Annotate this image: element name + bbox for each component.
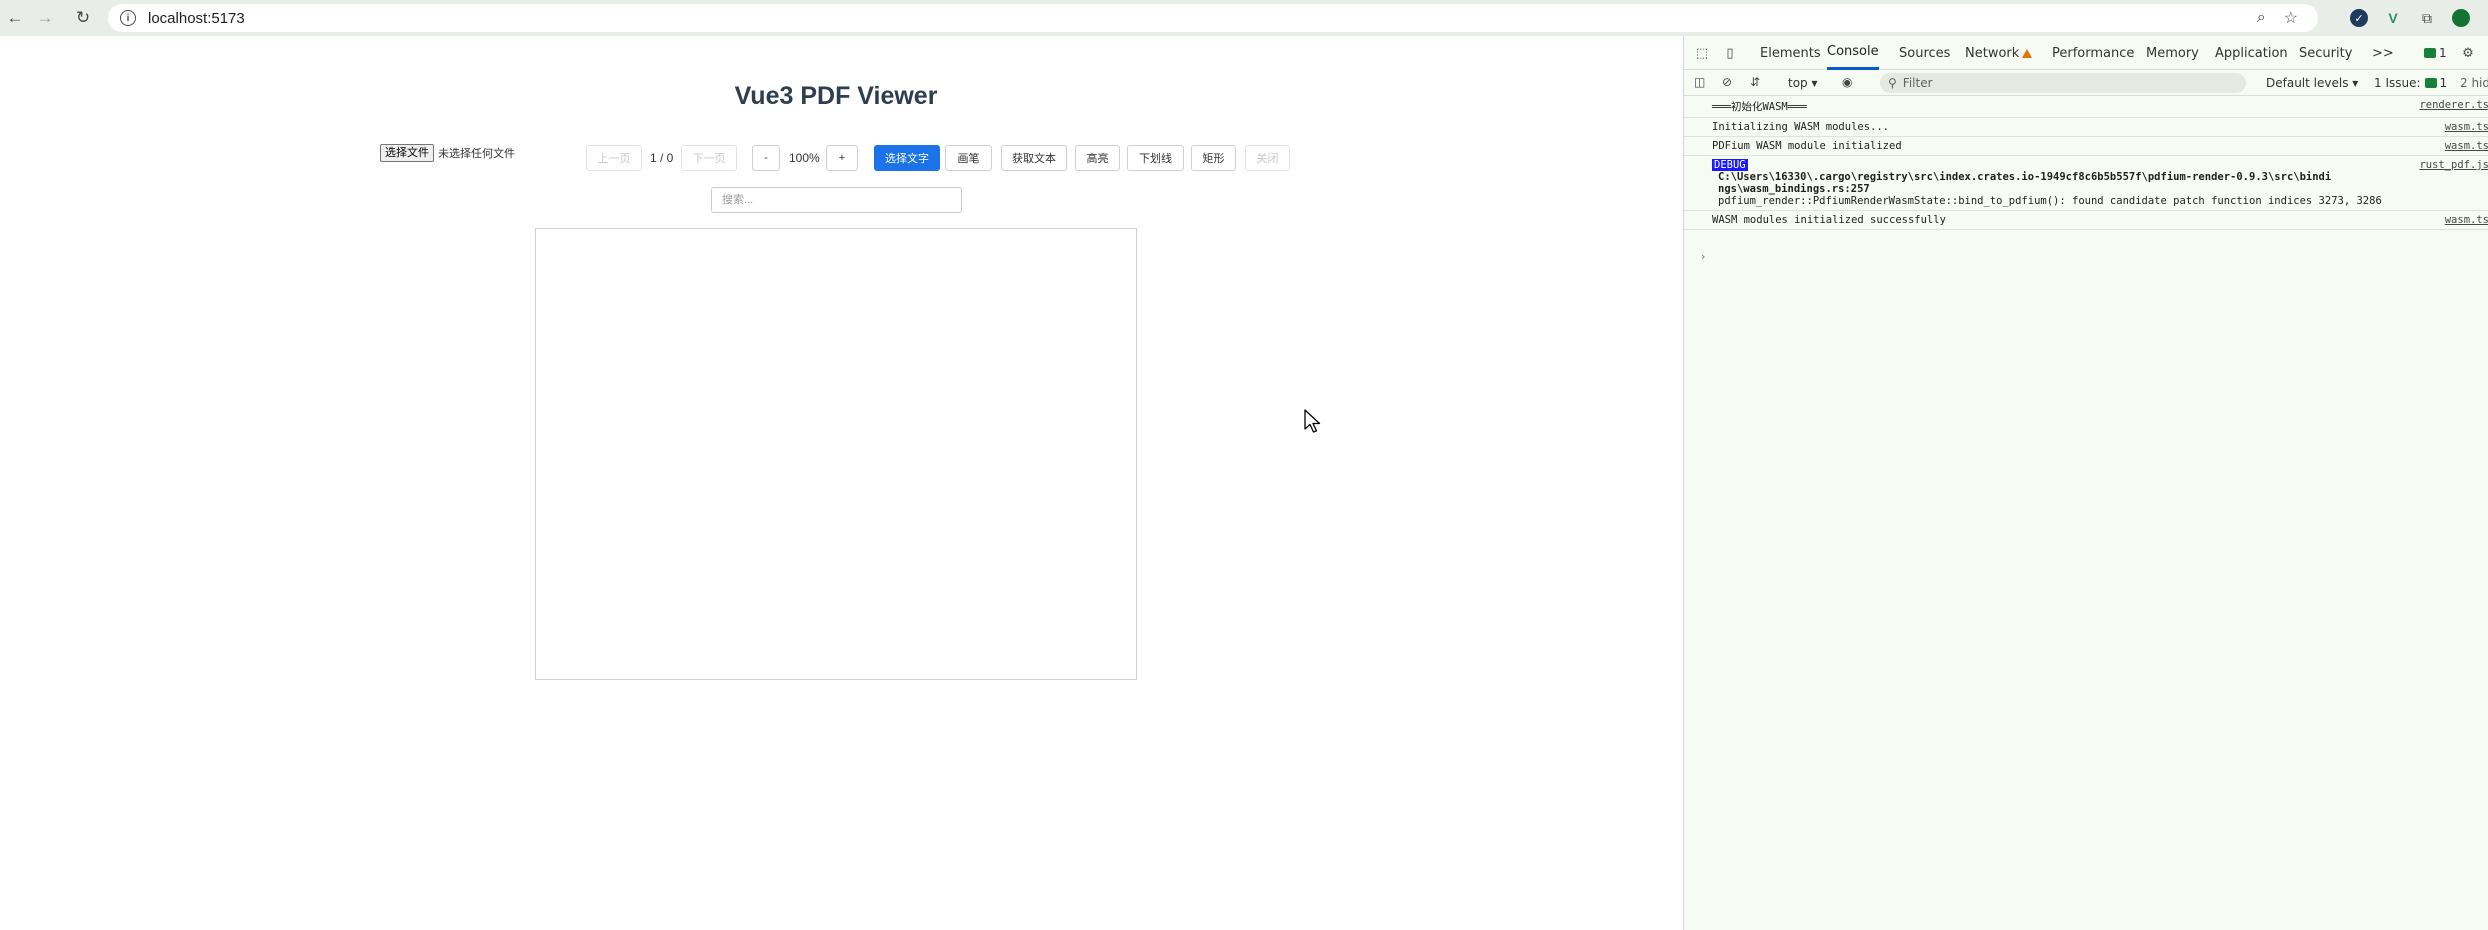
tab-console[interactable]: Console: [1827, 36, 1879, 70]
console-message: Initializing WASM modules...: [1712, 121, 1890, 133]
choose-file-button[interactable]: 选择文件: [380, 144, 434, 162]
bookmark-star-icon[interactable]: ☆: [2284, 8, 2298, 28]
close-button[interactable]: 关闭: [1245, 145, 1290, 171]
omnibox-actions: ⌕ ☆: [2257, 4, 2298, 32]
file-input: 选择文件 未选择任何文件: [380, 144, 515, 162]
tab-network-label: Network: [1965, 45, 2020, 61]
console-filter-input[interactable]: ⚲ Filter: [1880, 73, 2246, 93]
console-message: ═══初始化WASM═══: [1712, 101, 1807, 113]
console-message: PDFium WASM module initialized: [1712, 140, 1902, 152]
context-selector[interactable]: top ▾: [1788, 76, 1818, 90]
zoom-in-button[interactable]: +: [826, 145, 858, 171]
tab-elements[interactable]: Elements: [1760, 36, 1821, 70]
clear-console-icon[interactable]: ⊘: [1722, 75, 1732, 89]
puzzle-extensions-icon[interactable]: ⧉: [2418, 9, 2436, 27]
arrow-right-icon: →: [36, 8, 54, 27]
device-toolbar-icon[interactable]: ▯: [1722, 45, 1738, 61]
live-expression-eye-icon[interactable]: ◉: [1842, 75, 1852, 89]
site-info-icon[interactable]: i: [120, 10, 136, 26]
issue-message-icon: [2424, 78, 2437, 88]
tab-memory[interactable]: Memory: [2146, 36, 2199, 70]
issues-button[interactable]: 1 Issue: 1: [2374, 76, 2447, 90]
message-count: 1: [2439, 46, 2447, 60]
vue-devtools-icon[interactable]: V: [2384, 9, 2402, 27]
profile-avatar[interactable]: [2452, 9, 2470, 27]
console-prompt-icon[interactable]: ›: [1701, 250, 1705, 263]
warning-icon: [2022, 48, 2033, 58]
reload-icon: ↻: [75, 8, 91, 27]
arrow-left-icon: ←: [6, 8, 24, 27]
message-icon: [2424, 48, 2436, 58]
extension-check-icon[interactable]: ✓: [2350, 9, 2368, 27]
filter-icon: ⚲: [1888, 76, 1897, 90]
console-source-link[interactable]: wasm.ts: [2445, 214, 2488, 226]
search-input[interactable]: [711, 187, 962, 213]
next-page-button[interactable]: 下一页: [681, 145, 737, 171]
tab-sources[interactable]: Sources: [1899, 36, 1950, 70]
log-levels-dropdown[interactable]: Default levels ▾: [2266, 76, 2358, 90]
settings-gear-icon[interactable]: ⚙: [2460, 45, 2476, 61]
context-selector-icon[interactable]: ⇵: [1750, 75, 1760, 89]
filter-placeholder: Filter: [1902, 76, 1933, 90]
devtools-tabbar: ⬚ ▯ Elements Console Sources Network Per…: [1684, 36, 2488, 70]
select-text-button[interactable]: 选择文字: [874, 145, 940, 171]
address-bar[interactable]: i localhost:5173 ⌕ ☆: [108, 4, 2318, 32]
extensions-area: ✓ V ⧉: [2350, 4, 2470, 32]
console-line-debug: DEBUG C:\Users\16330\.cargo\registry\src…: [1684, 156, 2488, 211]
devtools-panel: ⬚ ▯ Elements Console Sources Network Per…: [1683, 36, 2488, 930]
tab-network[interactable]: Network: [1965, 36, 2033, 70]
debug-path: C:\Users\16330\.cargo\registry\src\index…: [1718, 171, 2332, 195]
pdf-canvas[interactable]: [535, 228, 1137, 680]
more-tabs-button[interactable]: >>: [2372, 36, 2394, 70]
highlight-button[interactable]: 高亮: [1075, 145, 1120, 171]
mouse-cursor-icon: [1304, 409, 1321, 433]
get-text-button[interactable]: 获取文本: [1001, 145, 1067, 171]
page-viewport: Vue3 PDF Viewer 选择文件 未选择任何文件 上一页 1 / 0 下…: [0, 36, 1683, 930]
page-indicator: 1 / 0: [650, 151, 674, 165]
prev-page-button[interactable]: 上一页: [586, 145, 642, 171]
console-source-link[interactable]: rust_pdf.js: [2419, 159, 2488, 171]
console-line: ═══初始化WASM═══ renderer.ts: [1684, 96, 2488, 118]
message-count-badge[interactable]: 1: [2424, 36, 2447, 70]
issues-count: 1: [2439, 76, 2448, 90]
rectangle-button[interactable]: 矩形: [1191, 145, 1236, 171]
underline-button[interactable]: 下划线: [1127, 145, 1184, 171]
console-filter-bar: ◫ ⊘ ⇵ top ▾ ◉ ⚲ Filter Default levels ▾ …: [1684, 70, 2488, 96]
console-output: ═══初始化WASM═══ renderer.ts Initializing W…: [1684, 96, 2488, 230]
forward-button[interactable]: →: [30, 3, 60, 33]
console-source-link[interactable]: wasm.ts: [2445, 121, 2488, 133]
debug-tag: DEBUG: [1712, 159, 1748, 171]
address-url[interactable]: localhost:5173: [148, 10, 245, 27]
zoom-icon[interactable]: ⌕: [2257, 9, 2266, 27]
issues-label: 1 Issue:: [2374, 76, 2421, 90]
hidden-count: 2 hidden: [2460, 76, 2488, 90]
console-line: WASM modules initialized successfully wa…: [1684, 211, 2488, 230]
debug-detail: pdfium_render::PdfiumRenderWasmState::bi…: [1718, 195, 2382, 207]
reload-button[interactable]: ↻: [68, 3, 98, 33]
console-source-link[interactable]: renderer.ts: [2419, 99, 2488, 111]
inspect-element-icon[interactable]: ⬚: [1694, 45, 1710, 61]
back-button[interactable]: ←: [0, 3, 30, 33]
sidebar-toggle-icon[interactable]: ◫: [1694, 75, 1705, 89]
browser-toolbar: ← → ↻ i localhost:5173 ⌕ ☆ ✓ V ⧉: [0, 0, 2488, 36]
tab-security[interactable]: Security: [2299, 36, 2352, 70]
tab-application[interactable]: Application: [2215, 36, 2288, 70]
pen-button[interactable]: 画笔: [945, 145, 992, 171]
tab-performance[interactable]: Performance: [2052, 36, 2134, 70]
console-source-link[interactable]: wasm.ts: [2445, 140, 2488, 152]
console-line: Initializing WASM modules... wasm.ts: [1684, 118, 2488, 137]
zoom-level: 100%: [789, 151, 820, 165]
file-status: 未选择任何文件: [438, 148, 515, 160]
console-line: PDFium WASM module initialized wasm.ts: [1684, 137, 2488, 156]
page-title: Vue3 PDF Viewer: [734, 82, 938, 110]
zoom-out-button[interactable]: -: [752, 145, 780, 171]
console-message: WASM modules initialized successfully: [1712, 214, 1946, 226]
